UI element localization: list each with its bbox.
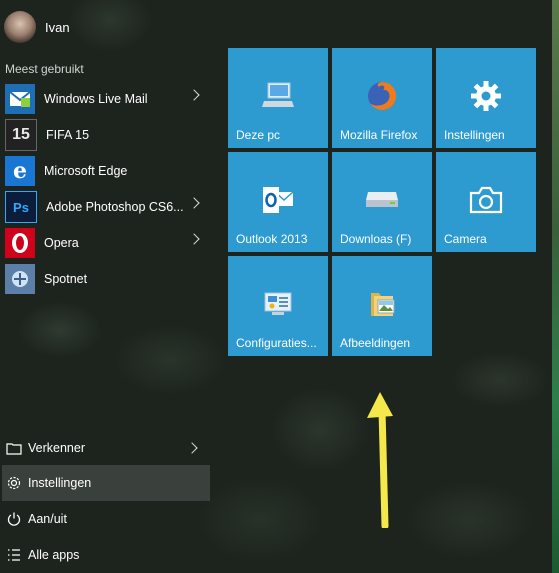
bottom-item-aan-uit[interactable]: Aan/uit [2, 501, 210, 537]
bottom-item-label: Aan/uit [28, 512, 67, 526]
chevron-right-icon[interactable] [188, 197, 200, 209]
tile-label: Downloas (F) [340, 232, 412, 246]
bottom-item-alle-apps[interactable]: Alle apps [2, 537, 210, 573]
tile-deze-pc[interactable]: Deze pc [228, 48, 328, 148]
bottom-item-verkenner[interactable]: Verkenner [2, 430, 210, 466]
user-account[interactable]: Ivan [4, 11, 70, 43]
tile-configuraties[interactable]: Configuraties... [228, 256, 328, 356]
app-spotnet[interactable]: Spotnet [2, 261, 210, 297]
tile-label: Camera [444, 232, 487, 246]
bottom-item-label: Verkenner [28, 441, 85, 455]
bottom-item-instellingen[interactable]: Instellingen [2, 465, 210, 501]
app-fifa-15[interactable]: 15 FIFA 15 [2, 117, 210, 153]
tile-label: Configuraties... [236, 336, 317, 350]
tile-mozilla-firefox[interactable]: Mozilla Firefox [332, 48, 432, 148]
chevron-right-icon[interactable] [188, 233, 200, 245]
bottom-item-label: Alle apps [28, 548, 80, 562]
app-windows-live-mail[interactable]: Windows Live Mail [2, 81, 210, 117]
gear-icon [4, 473, 24, 493]
drive-icon [332, 180, 432, 220]
chevron-right-icon[interactable] [186, 442, 198, 454]
tile-label: Outlook 2013 [236, 232, 308, 246]
avatar [4, 11, 36, 43]
photoshop-icon: Ps [5, 191, 37, 223]
power-icon [4, 509, 24, 529]
app-label: Opera [44, 236, 79, 250]
annotation-arrow [367, 392, 393, 528]
list-icon [4, 545, 24, 565]
tile-label: Deze pc [236, 128, 281, 142]
app-adobe-photoshop[interactable]: Ps Adobe Photoshop CS6... [2, 189, 210, 225]
chevron-right-icon[interactable] [188, 89, 200, 101]
tile-outlook-2013[interactable]: Outlook 2013 [228, 152, 328, 252]
folder-icon [4, 438, 24, 458]
most-used-heading: Meest gebruikt [5, 62, 84, 76]
app-microsoft-edge[interactable]: e Microsoft Edge [2, 153, 210, 189]
mail-icon [5, 84, 35, 114]
app-label: Microsoft Edge [44, 164, 128, 178]
app-opera[interactable]: Opera [2, 225, 210, 261]
tile-camera[interactable]: Camera [436, 152, 536, 252]
tile-label: Mozilla Firefox [340, 128, 418, 142]
edge-icon: e [5, 156, 35, 186]
control-panel-icon [228, 284, 328, 324]
fifa-icon: 15 [5, 119, 37, 151]
computer-icon [228, 76, 328, 116]
app-label: FIFA 15 [46, 128, 90, 142]
camera-icon [436, 180, 536, 220]
outlook-icon [228, 180, 328, 220]
spotnet-icon [5, 264, 35, 294]
opera-icon [5, 228, 35, 258]
pictures-folder-icon [332, 284, 432, 324]
tile-downloas-f[interactable]: Downloas (F) [332, 152, 432, 252]
wallpaper-edge [552, 0, 559, 573]
app-label: Adobe Photoshop CS6... [46, 200, 184, 214]
firefox-icon [332, 76, 432, 116]
gear-icon [436, 76, 536, 116]
app-label: Spotnet [44, 272, 88, 286]
bottom-item-label: Instellingen [28, 476, 92, 490]
app-label: Windows Live Mail [44, 92, 148, 106]
tile-label: Instellingen [444, 128, 505, 142]
tile-instellingen[interactable]: Instellingen [436, 48, 536, 148]
tile-label: Afbeeldingen [340, 336, 411, 350]
tile-afbeeldingen[interactable]: Afbeeldingen [332, 256, 432, 356]
user-name: Ivan [45, 19, 70, 35]
